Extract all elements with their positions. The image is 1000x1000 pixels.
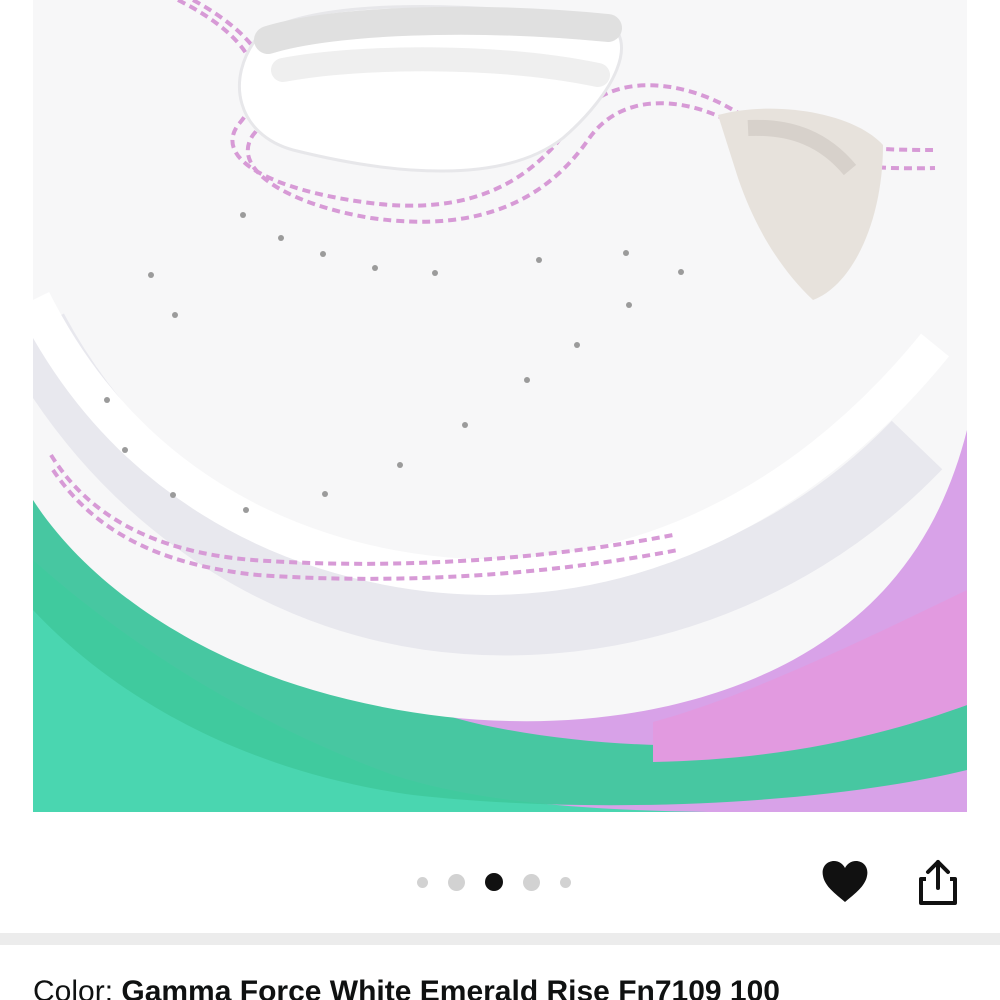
carousel-dot[interactable] xyxy=(560,876,571,888)
carousel-dot[interactable] xyxy=(417,876,428,888)
share-icon xyxy=(919,860,957,905)
sneaker-toe-image xyxy=(33,0,967,812)
color-value: Gamma Force White Emerald Rise Fn7109 10… xyxy=(121,975,780,1000)
carousel-dot[interactable] xyxy=(523,873,540,891)
favorite-button[interactable] xyxy=(818,855,872,909)
share-button[interactable] xyxy=(914,856,962,910)
product-detail-page: Color: Gamma Force White Emerald Rise Fn… xyxy=(0,0,1000,1000)
carousel-dot[interactable] xyxy=(448,873,465,891)
selected-color-row[interactable]: Color: Gamma Force White Emerald Rise Fn… xyxy=(33,972,993,1000)
product-image[interactable] xyxy=(33,0,967,812)
image-carousel-indicator[interactable] xyxy=(417,872,571,892)
color-label: Color: xyxy=(33,975,122,1000)
carousel-dot-active[interactable] xyxy=(485,873,503,891)
heart-icon xyxy=(822,861,868,902)
section-divider xyxy=(0,933,1000,945)
